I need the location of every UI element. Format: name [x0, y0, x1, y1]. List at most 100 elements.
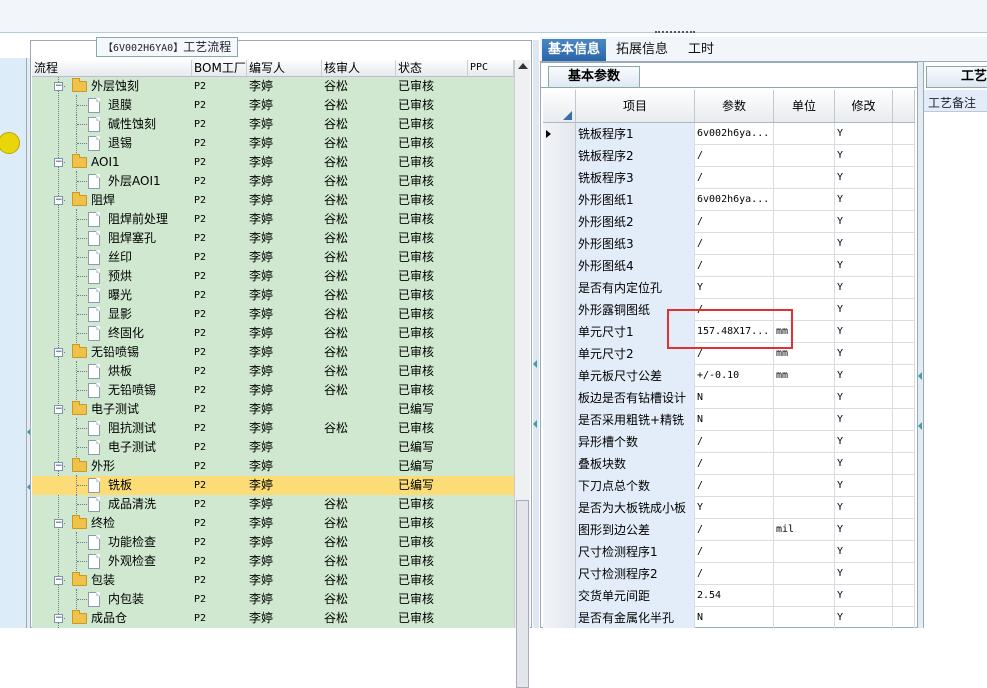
- tree-step-row[interactable]: 碱性蚀刻 P2 李婷 谷松 已审核: [32, 114, 514, 134]
- params-row[interactable]: 铣板程序2/ Y: [543, 145, 915, 167]
- param-value-cell[interactable]: /: [695, 233, 774, 255]
- param-unit-cell[interactable]: [774, 409, 835, 431]
- param-value-cell[interactable]: /: [695, 255, 774, 277]
- tree-step-row[interactable]: 退锡 P2 李婷 谷松 已审核: [32, 133, 514, 153]
- row-selector[interactable]: [543, 123, 576, 145]
- param-modify-cell[interactable]: Y: [835, 255, 893, 277]
- tab-extended-info[interactable]: 拓展信息: [610, 39, 674, 61]
- param-modify-cell[interactable]: Y: [835, 541, 893, 563]
- row-selector[interactable]: [543, 563, 576, 585]
- param-unit-cell[interactable]: [774, 211, 835, 233]
- tree-group-row[interactable]: − 包装 P2 李婷 谷松 已审核: [32, 571, 514, 590]
- middle-splitter[interactable]: [533, 40, 539, 628]
- collapse-toggle-icon[interactable]: −: [54, 405, 63, 414]
- column-header-process[interactable]: 流程: [32, 60, 192, 76]
- param-value-cell[interactable]: N: [695, 387, 774, 409]
- row-selector[interactable]: [543, 519, 576, 541]
- column-header-status[interactable]: 状态: [396, 60, 468, 76]
- collapse-arrow-icon[interactable]: [918, 372, 922, 380]
- param-value-cell[interactable]: 157.48X17...: [695, 321, 774, 343]
- param-unit-cell[interactable]: [774, 563, 835, 585]
- subtab-process-notes[interactable]: 工艺: [926, 66, 987, 88]
- params-row[interactable]: 外形图纸1 6v002h6ya... Y: [543, 189, 915, 211]
- tree-step-row[interactable]: 外观检查 P2 李婷 谷松 已审核: [32, 551, 514, 571]
- params-row[interactable]: 下刀点总个数 / Y: [543, 475, 915, 497]
- params-row[interactable]: 外形图纸3/ Y: [543, 233, 915, 255]
- param-value-cell[interactable]: +/-0.10: [695, 365, 774, 387]
- collapse-toggle-icon[interactable]: −: [54, 462, 63, 471]
- tree-step-row[interactable]: 显影 P2 李婷 谷松 已审核: [32, 304, 514, 324]
- row-selector[interactable]: [543, 453, 576, 475]
- param-modify-cell[interactable]: Y: [835, 409, 893, 431]
- tree-scrollbar[interactable]: [514, 60, 530, 688]
- tab-work-hours[interactable]: 工时: [682, 39, 720, 61]
- param-modify-cell[interactable]: Y: [835, 607, 893, 628]
- collapse-toggle-icon[interactable]: −: [54, 82, 63, 91]
- column-header-param[interactable]: 参数: [695, 90, 774, 122]
- params-row[interactable]: 外形露铜图纸 / Y: [543, 299, 915, 321]
- param-value-cell[interactable]: Y: [695, 497, 774, 519]
- params-row[interactable]: 单元尺寸2/mm Y: [543, 343, 915, 365]
- param-modify-cell[interactable]: Y: [835, 233, 893, 255]
- param-value-cell[interactable]: N: [695, 409, 774, 431]
- params-row[interactable]: 铣板程序3/ Y: [543, 167, 915, 189]
- chat-bubble-icon[interactable]: [0, 132, 20, 154]
- row-selector[interactable]: [543, 497, 576, 519]
- tree-step-row[interactable]: 阻抗测试 P2 李婷 谷松 已审核: [32, 418, 514, 438]
- subtab-basic-params[interactable]: 基本参数: [548, 66, 640, 88]
- tree-group-row[interactable]: − AOI1 P2 李婷 谷松 已审核: [32, 153, 514, 172]
- param-modify-cell[interactable]: Y: [835, 475, 893, 497]
- param-unit-cell[interactable]: [774, 233, 835, 255]
- collapse-toggle-icon[interactable]: −: [54, 158, 63, 167]
- tree-step-row[interactable]: 功能检查 P2 李婷 谷松 已审核: [32, 532, 514, 552]
- params-row[interactable]: 尺寸检测程序1/ Y: [543, 541, 915, 563]
- params-row[interactable]: 图形到边公差 / mil Y: [543, 519, 915, 541]
- scroll-up-icon[interactable]: [518, 63, 528, 69]
- row-selector[interactable]: [543, 431, 576, 453]
- tree-group-row[interactable]: − 阻焊 P2 李婷 谷松 已审核: [32, 191, 514, 210]
- param-value-cell[interactable]: 2.54: [695, 585, 774, 607]
- param-value-cell[interactable]: 6v002h6ya...: [695, 123, 774, 145]
- param-value-cell[interactable]: /: [695, 145, 774, 167]
- row-selector[interactable]: [543, 277, 576, 299]
- row-selector[interactable]: [543, 189, 576, 211]
- params-row[interactable]: 外形图纸4/ Y: [543, 255, 915, 277]
- tree-step-row[interactable]: 终固化 P2 李婷 谷松 已审核: [32, 323, 514, 343]
- param-modify-cell[interactable]: Y: [835, 365, 893, 387]
- param-unit-cell[interactable]: [774, 541, 835, 563]
- tree-step-row[interactable]: 内包装 P2 李婷 谷松 已审核: [32, 589, 514, 609]
- param-unit-cell[interactable]: [774, 387, 835, 409]
- tree-group-row[interactable]: − 无铅喷锡 P2 李婷 谷松 已审核: [32, 343, 514, 362]
- param-unit-cell[interactable]: mm: [774, 343, 835, 365]
- param-modify-cell[interactable]: Y: [835, 563, 893, 585]
- tree-step-row[interactable]: 退膜 P2 李婷 谷松 已审核: [32, 95, 514, 115]
- column-header-reviewer[interactable]: 核审人: [322, 60, 396, 76]
- param-value-cell[interactable]: /: [695, 563, 774, 585]
- row-selector[interactable]: [543, 585, 576, 607]
- param-value-cell[interactable]: 6v002h6ya...: [695, 189, 774, 211]
- tree-group-row[interactable]: − 终检 P2 李婷 谷松 已审核: [32, 514, 514, 533]
- row-selector[interactable]: [543, 145, 576, 167]
- param-modify-cell[interactable]: Y: [835, 519, 893, 541]
- params-row[interactable]: 是否采用粗铣+精铣 N Y: [543, 409, 915, 431]
- param-value-cell[interactable]: /: [695, 541, 774, 563]
- collapse-toggle-icon[interactable]: −: [54, 576, 63, 585]
- param-modify-cell[interactable]: Y: [835, 387, 893, 409]
- collapse-arrow-icon[interactable]: [533, 360, 537, 368]
- tree-step-row[interactable]: 铣板 P2 李婷 已编写: [32, 475, 514, 495]
- params-row[interactable]: 叠板块数 / Y: [543, 453, 915, 475]
- row-selector[interactable]: [543, 255, 576, 277]
- param-modify-cell[interactable]: Y: [835, 167, 893, 189]
- param-modify-cell[interactable]: Y: [835, 145, 893, 167]
- row-selector[interactable]: [543, 167, 576, 189]
- column-header-modify[interactable]: 修改: [835, 90, 893, 122]
- tree-step-row[interactable]: 无铅喷锡 P2 李婷 谷松 已审核: [32, 380, 514, 400]
- tree-step-row[interactable]: 阻焊塞孔 P2 李婷 谷松 已审核: [32, 228, 514, 248]
- tree-step-row[interactable]: 阻焊前处理 P2 李婷 谷松 已审核: [32, 209, 514, 229]
- scroll-thumb[interactable]: [516, 500, 529, 688]
- column-header-writer[interactable]: 编写人: [247, 60, 322, 76]
- param-value-cell[interactable]: /: [695, 475, 774, 497]
- collapse-toggle-icon[interactable]: −: [54, 196, 63, 205]
- splitter-grip[interactable]: [655, 31, 695, 35]
- param-modify-cell[interactable]: Y: [835, 585, 893, 607]
